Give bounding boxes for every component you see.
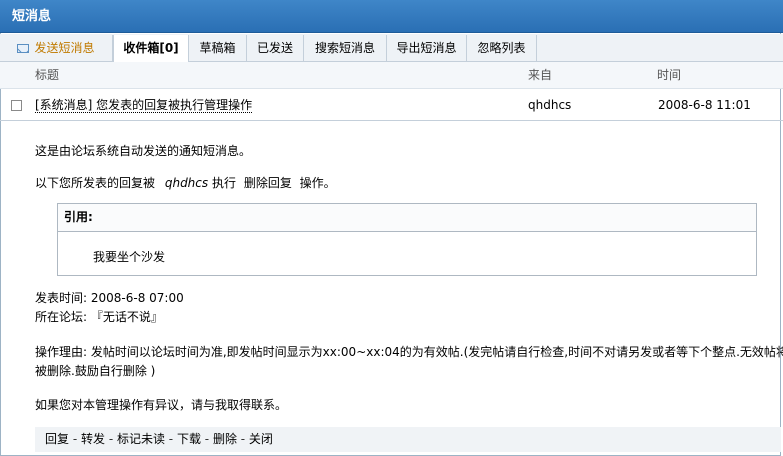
tab-label: 草稿箱 — [199, 41, 236, 55]
tab-send-message[interactable]: 发送短消息 — [0, 35, 113, 61]
separator: - — [164, 432, 177, 446]
quote-text: 我要坐个沙发 — [93, 250, 166, 264]
tab-search[interactable]: 搜索短消息 — [304, 35, 387, 61]
action-prefix: 以下您所发表的回复被 — [35, 176, 156, 190]
separator: - — [200, 432, 213, 446]
separator: - — [69, 432, 81, 446]
tab-label: 收件箱[0] — [123, 41, 179, 55]
action-user: qhdhcs — [164, 176, 209, 190]
panel-title: 短消息 — [0, 0, 783, 33]
reply-link[interactable]: 回复 — [45, 432, 69, 446]
tab-label: 发送短消息 — [34, 41, 95, 55]
select-checkbox[interactable] — [11, 100, 22, 111]
tab-label: 导出短消息 — [396, 41, 457, 55]
table-row: [系统消息] 您发表的回复被执行管理操作 qhdhcs 2008-6-8 11:… — [0, 89, 783, 121]
quote-box: 引用: 我要坐个沙发 — [57, 203, 757, 276]
tab-bar: 发送短消息 收件箱[0] 草稿箱 已发送 搜索短消息 导出短消息 忽略列表 — [0, 34, 783, 62]
tab-drafts[interactable]: 草稿箱 — [189, 35, 247, 61]
separator: - — [105, 432, 117, 446]
post-time: 发表时间: 2008-6-8 07:00 — [35, 291, 184, 305]
header-subject: 标题 — [35, 68, 60, 82]
separator: - — [236, 432, 249, 446]
body-line-intro: 这是由论坛系统自动发送的通知短消息。 — [35, 144, 252, 158]
contact-note: 如果您对本管理操作有异议，请与我取得联系。 — [35, 398, 288, 412]
message-subject-link[interactable]: [系统消息] 您发表的回复被执行管理操作 — [35, 97, 253, 113]
close-link[interactable]: 关闭 — [249, 432, 273, 446]
delete-link[interactable]: 删除 — [213, 432, 237, 446]
header-from: 来自 — [528, 68, 553, 82]
action-name: 删除回复 — [243, 176, 292, 190]
envelope-icon — [17, 44, 30, 53]
download-link[interactable]: 下载 — [177, 432, 201, 446]
forward-link[interactable]: 转发 — [81, 432, 105, 446]
header-time: 时间 — [657, 68, 682, 82]
tab-inbox[interactable]: 收件箱[0] — [113, 35, 189, 62]
reason-line-2: 被删除.鼓励自行删除 ) — [35, 364, 156, 378]
body-line-action: 以下您所发表的回复被 qhdhcs 执行 删除回复 操作。 — [35, 174, 336, 191]
tab-label: 已发送 — [256, 41, 293, 55]
reason-line-1: 操作理由: 发帖时间以论坛时间为准,即发帖时间显示为xx:00~xx:04的为有… — [35, 345, 783, 359]
action-mid: 执行 — [211, 176, 236, 190]
tab-sent[interactable]: 已发送 — [247, 35, 304, 61]
tab-label: 忽略列表 — [477, 41, 526, 55]
tab-label: 搜索短消息 — [314, 41, 375, 55]
action-suffix: 操作。 — [299, 176, 336, 190]
message-time: 2008-6-8 11:01 — [658, 98, 751, 112]
forum-name: 所在论坛: 『无话不说』 — [35, 310, 163, 324]
mark-unread-link[interactable]: 标记未读 — [117, 432, 165, 446]
tab-export[interactable]: 导出短消息 — [387, 35, 467, 61]
action-bar: 回复 - 转发 - 标记未读 - 下载 - 删除 - 关闭 — [35, 427, 781, 452]
tab-ignore-list[interactable]: 忽略列表 — [467, 35, 537, 61]
quote-label: 引用: — [58, 204, 756, 232]
message-from: qhdhcs — [528, 98, 572, 112]
table-header: 标题 来自 时间 — [0, 62, 783, 89]
